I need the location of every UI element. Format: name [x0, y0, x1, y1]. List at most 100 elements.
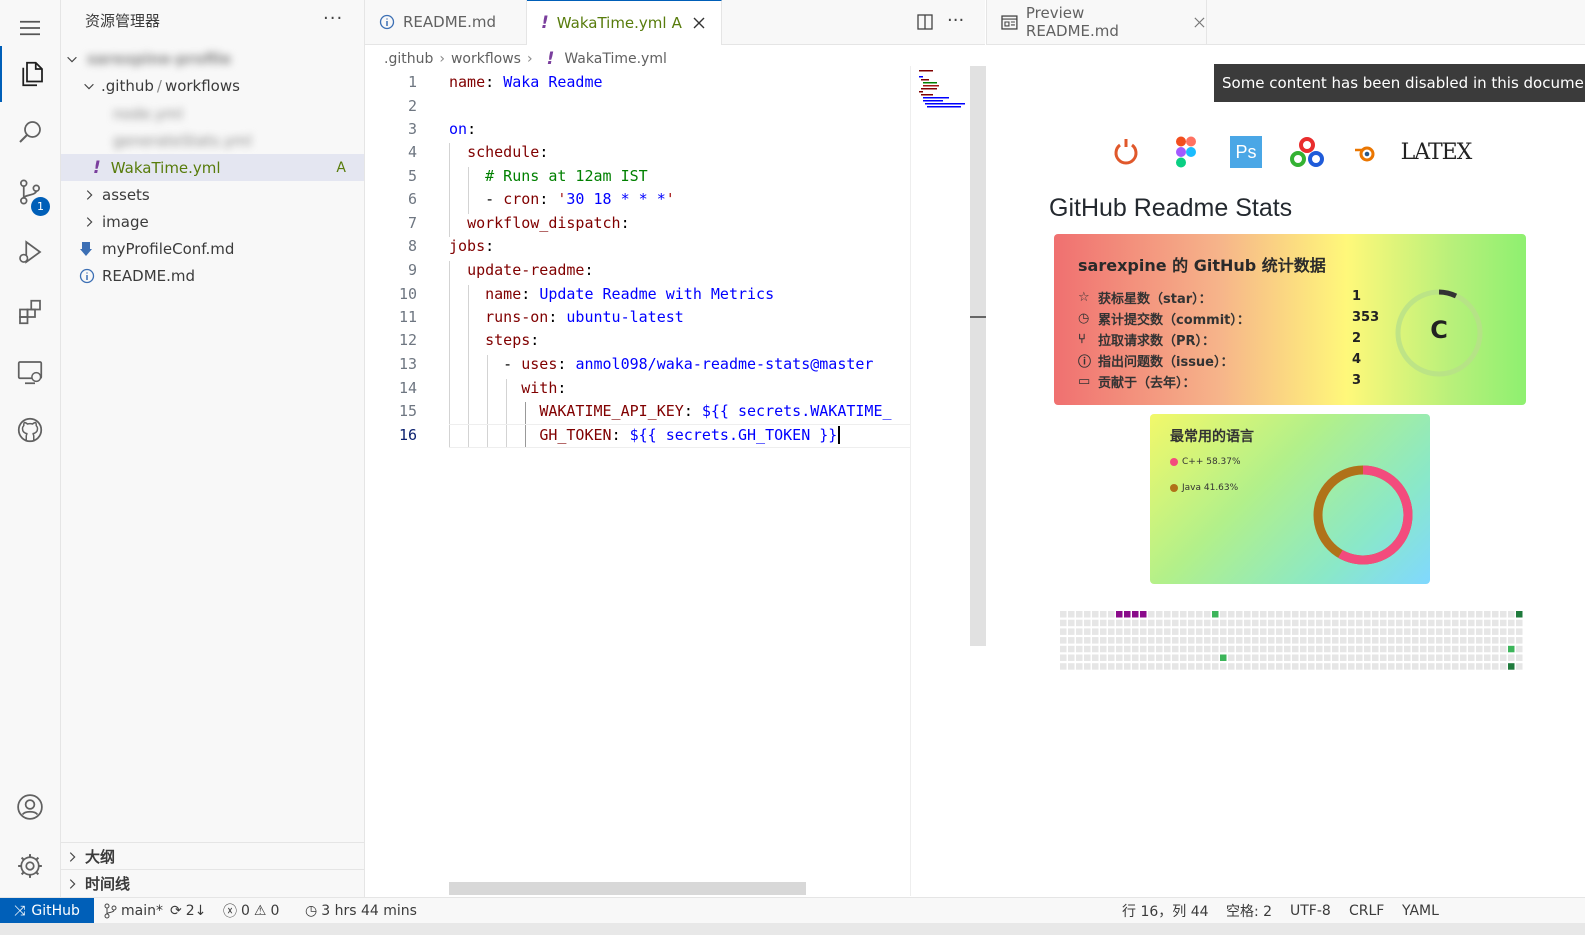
line-ending[interactable]: CRLF: [1349, 898, 1384, 924]
heatmap-cell: [1388, 611, 1395, 618]
split-editor-icon[interactable]: [916, 13, 934, 31]
heatmap-cell: [1100, 619, 1107, 627]
heatmap-cell: [1340, 619, 1347, 627]
search-icon[interactable]: [0, 104, 60, 160]
editor-more-button[interactable]: ···: [947, 10, 964, 31]
explorer-icon[interactable]: [0, 46, 62, 102]
tree-file-blurred-1[interactable]: node.yml: [61, 100, 364, 127]
tree-file-wakatime[interactable]: ! WakaTime.yml A: [61, 154, 364, 181]
heatmap-cell: [1324, 628, 1331, 635]
tree-folder-assets[interactable]: assets: [61, 181, 364, 208]
timeline-section[interactable]: 时间线: [61, 869, 364, 897]
heatmap-cell: [1468, 619, 1475, 627]
heatmap-cell: [1284, 611, 1291, 618]
sidebar-more-button[interactable]: ···: [323, 8, 343, 29]
git-added-badge: A: [336, 159, 346, 176]
close-icon[interactable]: [692, 16, 706, 30]
yaml-file-icon: !: [93, 157, 101, 178]
heatmap-cell: [1268, 619, 1275, 627]
heatmap-cell: [1068, 645, 1075, 653]
vertical-scrollbar[interactable]: [970, 66, 986, 646]
code-line[interactable]: WAKATIME_API_KEY: ${{ secrets.WAKATIME_: [449, 402, 910, 420]
heatmap-cell: [1196, 619, 1203, 627]
tab-preview-label: Preview README.md: [1025, 4, 1119, 40]
extensions-icon[interactable]: [0, 284, 60, 340]
heatmap-cell: [1124, 654, 1131, 661]
remote-explorer-icon[interactable]: [0, 344, 60, 400]
heatmap-cell: [1148, 637, 1155, 644]
heatmap-cell: [1276, 654, 1283, 661]
minimap[interactable]: [910, 66, 971, 896]
tab-preview-readme[interactable]: Preview README.md: [987, 0, 1207, 44]
wakatime-indicator[interactable]: ◷ 3 hrs 44 mins: [305, 898, 417, 924]
heatmap-cell: [1108, 663, 1115, 670]
indentation[interactable]: 空格: 2: [1226, 898, 1272, 924]
code-line[interactable]: - cron: '30 18 * * *': [449, 190, 675, 208]
heatmap-cell: [1260, 654, 1267, 661]
tree-folder-workflows[interactable]: .github / workflows: [61, 72, 364, 99]
heatmap-cell: [1068, 637, 1075, 644]
tree-file-myprofileconf[interactable]: myProfileConf.md: [61, 235, 364, 262]
heatmap-cell: [1164, 645, 1171, 653]
heatmap-cell: [1284, 619, 1291, 627]
chevron-right-icon: [69, 878, 76, 889]
heatmap-cell: [1340, 663, 1347, 670]
code-line[interactable]: steps:: [449, 331, 539, 349]
language-mode[interactable]: YAML: [1402, 898, 1447, 924]
tree-folder-image[interactable]: image: [61, 208, 364, 235]
heatmap-cell: [1132, 611, 1139, 618]
heatmap-cell: [1260, 611, 1267, 618]
folder-github-label: .github: [101, 76, 154, 95]
code-line[interactable]: on:: [449, 120, 476, 138]
code-line[interactable]: with:: [449, 379, 566, 397]
heatmap-cell: [1276, 628, 1283, 635]
heatmap-cell: [1196, 654, 1203, 661]
outline-section[interactable]: 大纲: [61, 842, 364, 870]
heatmap-cell: [1404, 628, 1411, 635]
encoding[interactable]: UTF-8: [1290, 898, 1331, 924]
code-line[interactable]: jobs:: [449, 237, 494, 255]
blurred-file-name: node.yml: [113, 104, 183, 123]
code-line[interactable]: GH_TOKEN: ${{ secrets.GH_TOKEN }}: [449, 426, 841, 444]
remote-indicator[interactable]: ⤨ GitHub: [0, 898, 94, 924]
close-icon[interactable]: [1193, 16, 1206, 29]
breadcrumb-wakatime[interactable]: WakaTime.yml: [564, 51, 667, 67]
tab-readme[interactable]: README.md: [365, 0, 527, 44]
tree-file-readme[interactable]: README.md: [61, 262, 364, 289]
sync-indicator[interactable]: ⟳ 2↓: [170, 898, 206, 924]
gear-icon[interactable]: [0, 838, 60, 894]
tab-wakatime[interactable]: ! WakaTime.yml A: [527, 0, 722, 45]
code-line[interactable]: name: Update Readme with Metrics: [449, 285, 774, 303]
account-icon[interactable]: [0, 779, 60, 835]
heatmap-cell: [1268, 645, 1275, 653]
cursor-position[interactable]: 行 16，列 44: [1122, 898, 1209, 924]
heatmap-cell: [1276, 611, 1283, 618]
breadcrumb-workflows[interactable]: workflows: [451, 51, 521, 67]
problems-indicator[interactable]: ⓧ 0 ⚠ 0: [223, 898, 279, 924]
code-line[interactable]: update-readme:: [449, 261, 593, 279]
breadcrumb-github[interactable]: .github: [384, 51, 433, 67]
code-line[interactable]: workflow_dispatch:: [449, 214, 630, 232]
security-notice[interactable]: Some content has been disabled in this d…: [1214, 64, 1585, 102]
code-line[interactable]: schedule:: [449, 143, 548, 161]
heatmap-cell: [1420, 611, 1427, 618]
heatmap-cell: [1068, 611, 1075, 618]
code-line[interactable]: runs-on: ubuntu-latest: [449, 308, 684, 326]
heatmap-cell: [1180, 637, 1187, 644]
horizontal-scrollbar[interactable]: [449, 882, 806, 895]
branch-indicator[interactable]: main*: [103, 898, 163, 924]
code-line[interactable]: # Runs at 12am IST: [449, 167, 648, 185]
code-line[interactable]: name: Waka Readme: [449, 73, 603, 91]
editor-tab-bar: README.md ! WakaTime.yml A ···: [365, 0, 985, 45]
heatmap-cell: [1188, 628, 1195, 635]
heatmap-cell: [1076, 637, 1083, 644]
github-icon[interactable]: [0, 402, 60, 458]
heatmap-cell: [1452, 663, 1459, 670]
heatmap-cell: [1196, 663, 1203, 670]
heatmap-cell: [1140, 654, 1147, 661]
tree-file-blurred-2[interactable]: generateStats.yml: [61, 127, 364, 154]
code-line[interactable]: - uses: anmol098/waka-readme-stats@maste…: [449, 355, 873, 373]
source-control-icon[interactable]: 1: [0, 164, 60, 220]
tree-root[interactable]: sarexpine-profile: [61, 45, 364, 72]
run-debug-icon[interactable]: [0, 224, 60, 280]
